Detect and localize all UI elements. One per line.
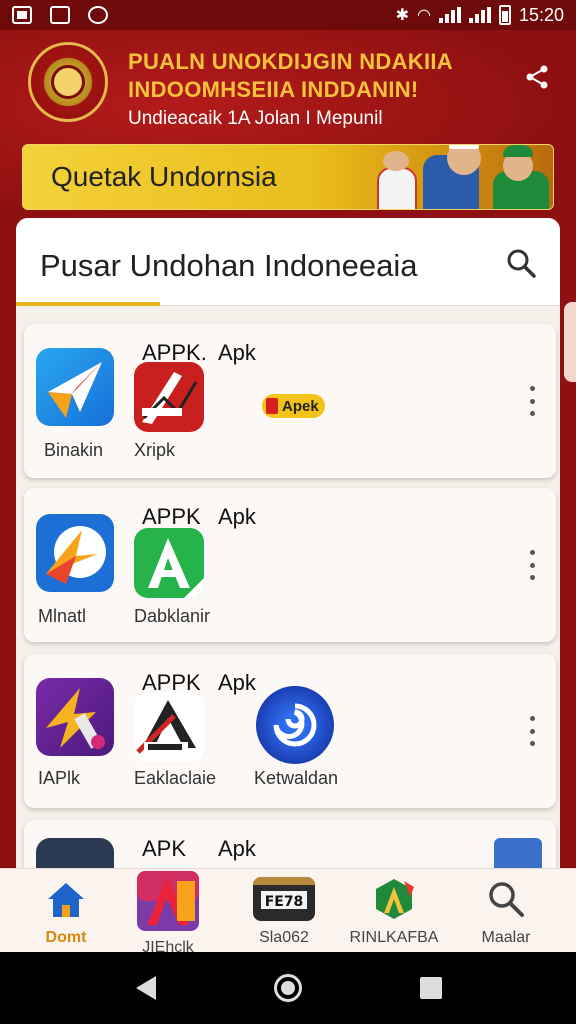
notification-icons (12, 6, 108, 24)
green-a-app-icon (374, 877, 414, 921)
paper-plane-icon[interactable] (36, 348, 114, 426)
battery-icon (498, 5, 511, 25)
nav-label: Maalar (481, 929, 531, 946)
share-icon[interactable] (524, 64, 550, 90)
page-title: Pusar Undohan Indoneeaia (40, 248, 418, 283)
settings-notification-icon (88, 6, 108, 24)
emblem-logo (28, 42, 108, 122)
app-name: Binakin (44, 440, 104, 460)
tab-indicator (16, 302, 160, 306)
badge-text: Apek (282, 397, 319, 415)
apk-label: Apk (218, 836, 256, 861)
pen-tool-icon[interactable] (134, 362, 204, 432)
app-card[interactable]: APPK. Apk Binakin Xripk Apek (24, 324, 556, 478)
app-name: Eaklaclaie (134, 768, 217, 788)
app-card[interactable]: APPK Apk IAPlk Eaklaclaie Ketwaldan (24, 654, 556, 808)
home-icon (44, 877, 88, 921)
svg-text:FE78: FE78 (265, 894, 304, 910)
nav-item-videos[interactable]: FE78 Sla062 (234, 877, 334, 953)
side-drawer-handle[interactable] (564, 302, 576, 382)
recents-icon[interactable] (420, 977, 442, 999)
app-card[interactable]: APPK Apk Mlnatl Dabklanir (24, 488, 556, 642)
search-icon[interactable] (504, 246, 538, 280)
nav-label: Sla062 (259, 929, 309, 946)
search-icon (484, 877, 528, 921)
more-options-icon[interactable] (526, 716, 538, 746)
film-icon: FE78 (253, 877, 315, 921)
signal-icon (438, 7, 461, 23)
apk-label: Apk (218, 670, 256, 695)
image-notification-icon (50, 6, 70, 24)
back-icon[interactable] (136, 976, 156, 1000)
banner-illustration (353, 145, 553, 209)
signal-2-icon (468, 7, 491, 23)
wifi-icon: ◠ (416, 7, 431, 24)
home-button-icon[interactable] (274, 974, 302, 1002)
header-subtitle: Undieacaik 1A Jolan I Mepunil (128, 108, 383, 129)
nav-label: Domt (45, 929, 87, 946)
more-options-icon[interactable] (526, 550, 538, 580)
nav-item-apps[interactable]: JIEhclk (118, 871, 218, 956)
app-name: Ketwaldan (254, 768, 339, 788)
star-play-icon[interactable] (36, 514, 114, 592)
apk-label: APK (142, 836, 187, 861)
blue-swirl-icon[interactable] (256, 686, 334, 764)
app-name: Dabklanir (134, 606, 211, 626)
nav-item-tools[interactable]: RINLKAFBA (344, 877, 444, 953)
apk-label: APPK (142, 504, 201, 529)
system-icons: ✱ ◠ 15:20 (396, 5, 564, 26)
search-header: Pusar Undohan Indoneeaia (16, 218, 560, 306)
header-title: PUALN UNOKDIJGIN NDAKIIA INDOOMHSEIIA IN… (128, 49, 453, 102)
system-navigation-bar (0, 952, 576, 1024)
app-name: IAPlk (38, 768, 81, 788)
banner-text: Quetak Undornsia (51, 161, 277, 192)
status-time: 15:20 (518, 4, 564, 25)
apk-label: Apk (218, 504, 256, 529)
notification-icon (12, 6, 32, 24)
nav-label: RINLKAFBA (349, 929, 439, 946)
nav-item-search[interactable]: Maalar (456, 877, 556, 953)
apk-label: Apk (218, 340, 256, 365)
green-a-icon[interactable] (134, 528, 204, 598)
red-a-icon[interactable] (134, 692, 204, 762)
promo-banner[interactable]: Quetak Undornsia (22, 144, 554, 210)
badge-icon (266, 398, 278, 414)
bottom-navigation: Domt JIEhclk FE78 Sla062 RINLKAFBA Maala… (0, 868, 576, 956)
app-name: Mlnatl (38, 606, 87, 626)
nav-item-home[interactable]: Domt (16, 877, 116, 953)
app-header: PUALN UNOKDIJGIN NDAKIIA INDOOMHSEIIA IN… (0, 30, 576, 220)
main-panel: Pusar Undohan Indoneeaia APPK. Apk Binak… (16, 218, 560, 920)
purple-star-icon[interactable] (36, 678, 114, 756)
apk-badge[interactable]: Apek (262, 394, 325, 418)
red-a-app-icon (137, 871, 199, 931)
bluetooth-icon: ✱ (395, 7, 409, 24)
more-options-icon[interactable] (526, 386, 538, 416)
app-name: Xripk (134, 440, 176, 460)
status-bar: ✱ ◠ 15:20 (0, 0, 576, 30)
